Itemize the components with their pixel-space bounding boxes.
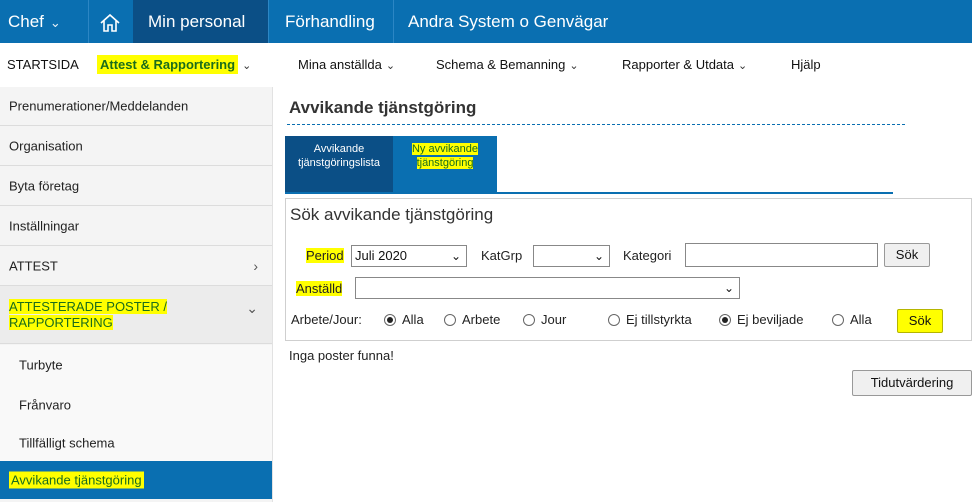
- sidebar-subitem-label: Frånvaro: [19, 397, 72, 413]
- sidebar-subitem-tillfalligt-schema[interactable]: Tillfälligt schema: [0, 425, 272, 461]
- sidebar-subitem-label: Turbyte: [19, 357, 63, 373]
- nav-hjalp[interactable]: Hjälp: [791, 43, 821, 87]
- tab-avvikande-lista[interactable]: Avvikande tjänstgöringslista: [285, 136, 393, 192]
- sidebar-item-label: ATTEST: [9, 258, 58, 273]
- chevron-down-icon: ⌄: [242, 60, 252, 72]
- period-label: Period: [306, 248, 344, 263]
- page-title: Avvikande tjänstgöring: [289, 98, 477, 117]
- nav-label: Schema & Bemanning: [436, 57, 566, 72]
- home-button[interactable]: [88, 0, 132, 43]
- sidebar-item-attesterade-poster[interactable]: ATTESTERADE POSTER / RAPPORTERING ⌄: [0, 286, 272, 344]
- chevron-down-icon: ⌄: [569, 60, 579, 72]
- chef-menu[interactable]: Chef ⌄: [8, 0, 61, 43]
- sidebar-item-organisation[interactable]: Organisation: [0, 126, 272, 166]
- chevron-down-icon: ⌄: [593, 249, 604, 263]
- tab-ny-avvikande[interactable]: Ny avvikande tjänstgöring: [393, 136, 497, 192]
- kategori-input[interactable]: [685, 243, 878, 267]
- tab-min-personal[interactable]: Min personal: [148, 0, 245, 43]
- top-bar: Chef ⌄ Min personal Förhandling Andra Sys…: [0, 0, 972, 43]
- nav-attest-rapportering[interactable]: Attest & Rapportering ⌄: [97, 43, 251, 87]
- kategori-label: Kategori: [623, 248, 672, 263]
- chevron-down-icon: ⌄: [738, 60, 748, 72]
- radio-ej-tillstyrkta[interactable]: [608, 314, 620, 326]
- katgrp-label: KatGrp: [481, 248, 523, 263]
- nav-schema-bemanning[interactable]: Schema & Bemanning ⌄: [436, 43, 579, 87]
- sidebar-item-label: Inställningar: [9, 218, 80, 233]
- tab-label-line2: tjänstgöringslista: [298, 157, 380, 169]
- tab-label-line1: Avvikande: [313, 143, 365, 155]
- radio-alla-2[interactable]: [832, 314, 844, 326]
- nav-label: Mina anställda: [298, 57, 382, 72]
- sidebar-subitem-label: Tillfälligt schema: [19, 435, 115, 451]
- sidebar-item-attest[interactable]: ATTEST ›: [0, 246, 272, 286]
- chevron-down-icon: ⌄: [723, 281, 734, 295]
- radio-ej-beviljade-label: Ej beviljade: [737, 312, 804, 327]
- sidebar-subitem-franvaro[interactable]: Frånvaro: [0, 385, 272, 425]
- radio-ej-beviljade[interactable]: [719, 314, 731, 326]
- period-value: Juli 2020: [355, 248, 408, 263]
- chevron-down-icon: ⌄: [246, 300, 258, 316]
- tab-andra-system[interactable]: Andra System o Genvägar: [408, 0, 608, 43]
- divider: [268, 0, 269, 43]
- tab-label-line1: Ny avvikande: [411, 143, 479, 155]
- sok-button[interactable]: Sök: [884, 243, 930, 267]
- section-line-2: RAPPORTERING: [9, 315, 113, 330]
- radio-jour[interactable]: [523, 314, 535, 326]
- anstalld-label: Anställd: [296, 281, 343, 296]
- sidebar-subitem-turbyte[interactable]: Turbyte: [0, 345, 272, 385]
- secondary-nav: STARTSIDA Attest & Rapportering ⌄ Mina an…: [0, 43, 972, 87]
- tab-label-line2: tjänstgöring: [416, 157, 474, 169]
- radio-arbete[interactable]: [444, 314, 456, 326]
- nav-attest-label: Attest & Rapportering: [97, 55, 239, 74]
- period-select[interactable]: Juli 2020 ⌄: [351, 245, 467, 267]
- home-icon: [100, 13, 120, 32]
- period-label-text: Period: [306, 248, 344, 263]
- radio-arbete-label: Arbete: [462, 312, 501, 327]
- title-underline: [287, 124, 905, 125]
- sidebar-item-prenumerationer[interactable]: Prenumerationer/Meddelanden: [0, 87, 272, 126]
- chevron-down-icon: ⌄: [450, 249, 461, 263]
- nav-startsida[interactable]: STARTSIDA: [7, 43, 79, 87]
- radio-alla-1[interactable]: [384, 314, 396, 326]
- katgrp-select[interactable]: ⌄: [533, 245, 610, 267]
- sidebar-divider: [272, 87, 273, 502]
- radio-alla-2-label: Alla: [850, 312, 872, 327]
- sidebar-item-label: Organisation: [9, 138, 83, 153]
- sidebar-item-label: Prenumerationer/Meddelanden: [9, 98, 189, 114]
- radio-alla-1-label: Alla: [402, 312, 424, 327]
- tidutvardering-button[interactable]: Tidutvärdering: [852, 370, 972, 396]
- chevron-down-icon: ⌄: [385, 60, 396, 72]
- section-line-1: ATTESTERADE POSTER /: [9, 299, 167, 314]
- chevron-right-icon: ›: [253, 257, 258, 274]
- nav-mina-anstallda[interactable]: Mina anställda ⌄: [298, 43, 395, 87]
- anstalld-label-text: Anställd: [296, 281, 343, 296]
- arbete-jour-label: Arbete/Jour:: [291, 312, 362, 327]
- sidebar-item-label: Byta företag: [9, 178, 80, 193]
- radio-ej-tillstyrkta-label: Ej tillstyrkta: [626, 312, 692, 327]
- divider: [393, 0, 394, 43]
- search-panel-title: Sök avvikande tjänstgöring: [290, 205, 494, 224]
- nav-label: Rapporter & Utdata: [622, 57, 735, 72]
- nav-rapporter-utdata[interactable]: Rapporter & Utdata ⌄: [622, 43, 747, 87]
- sidebar-subitem-avvikande-tjanstgoring[interactable]: Avvikande tjänstgöring: [0, 461, 272, 499]
- anstalld-select[interactable]: ⌄: [355, 277, 740, 299]
- sidebar-item-installningar[interactable]: Inställningar: [0, 206, 272, 246]
- sok-button-2[interactable]: Sök: [897, 309, 943, 333]
- sidebar-subitem-label: Avvikande tjänstgöring: [9, 471, 144, 489]
- radio-jour-label: Jour: [541, 312, 567, 327]
- chevron-down-icon: ⌄: [49, 15, 61, 30]
- tab-forhandling[interactable]: Förhandling: [285, 0, 375, 43]
- no-results-text: Inga poster funna!: [289, 348, 394, 363]
- tab-underline: [285, 192, 893, 194]
- sidebar-section-label: ATTESTERADE POSTER / RAPPORTERING: [9, 299, 167, 331]
- sidebar-item-byta-foretag[interactable]: Byta företag: [0, 166, 272, 206]
- chef-label: Chef: [8, 12, 44, 31]
